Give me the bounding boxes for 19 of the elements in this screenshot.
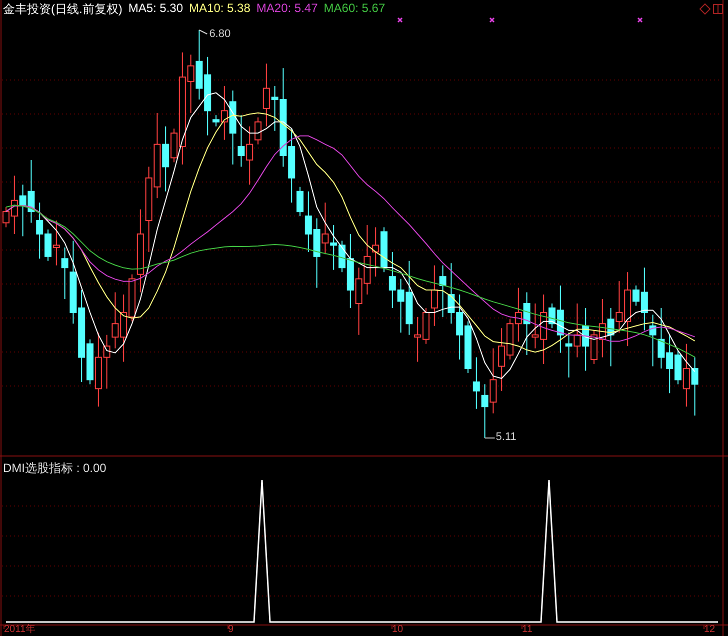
diamond-icon[interactable] (699, 3, 711, 15)
ma-value: MA5: 5.30 (128, 1, 184, 17)
cross-mark-icon (637, 17, 643, 23)
ma-value: MA60: 5.67 (324, 1, 386, 17)
axis-label: 9 (228, 624, 234, 636)
price-label: 5.11 (496, 431, 516, 443)
axis-label: 10 (392, 624, 404, 636)
panel-icon[interactable] (713, 4, 723, 14)
axis-label: 2011年 (4, 624, 36, 636)
stock-title: 金丰投资(日线.前复权) (3, 1, 122, 18)
ma-value: MA20: 5.47 (256, 1, 318, 17)
cross-mark-icon (489, 17, 495, 23)
axis-label: 12 (704, 624, 716, 636)
leader-line (198, 30, 208, 34)
ma-value: MA10: 5.38 (189, 1, 250, 17)
cross-mark-icon (397, 17, 403, 23)
indicator-label: DMI选股指标 : 0.00 (3, 460, 106, 477)
axis-label: 11 (522, 624, 532, 636)
price-label: 6.80 (209, 28, 231, 40)
